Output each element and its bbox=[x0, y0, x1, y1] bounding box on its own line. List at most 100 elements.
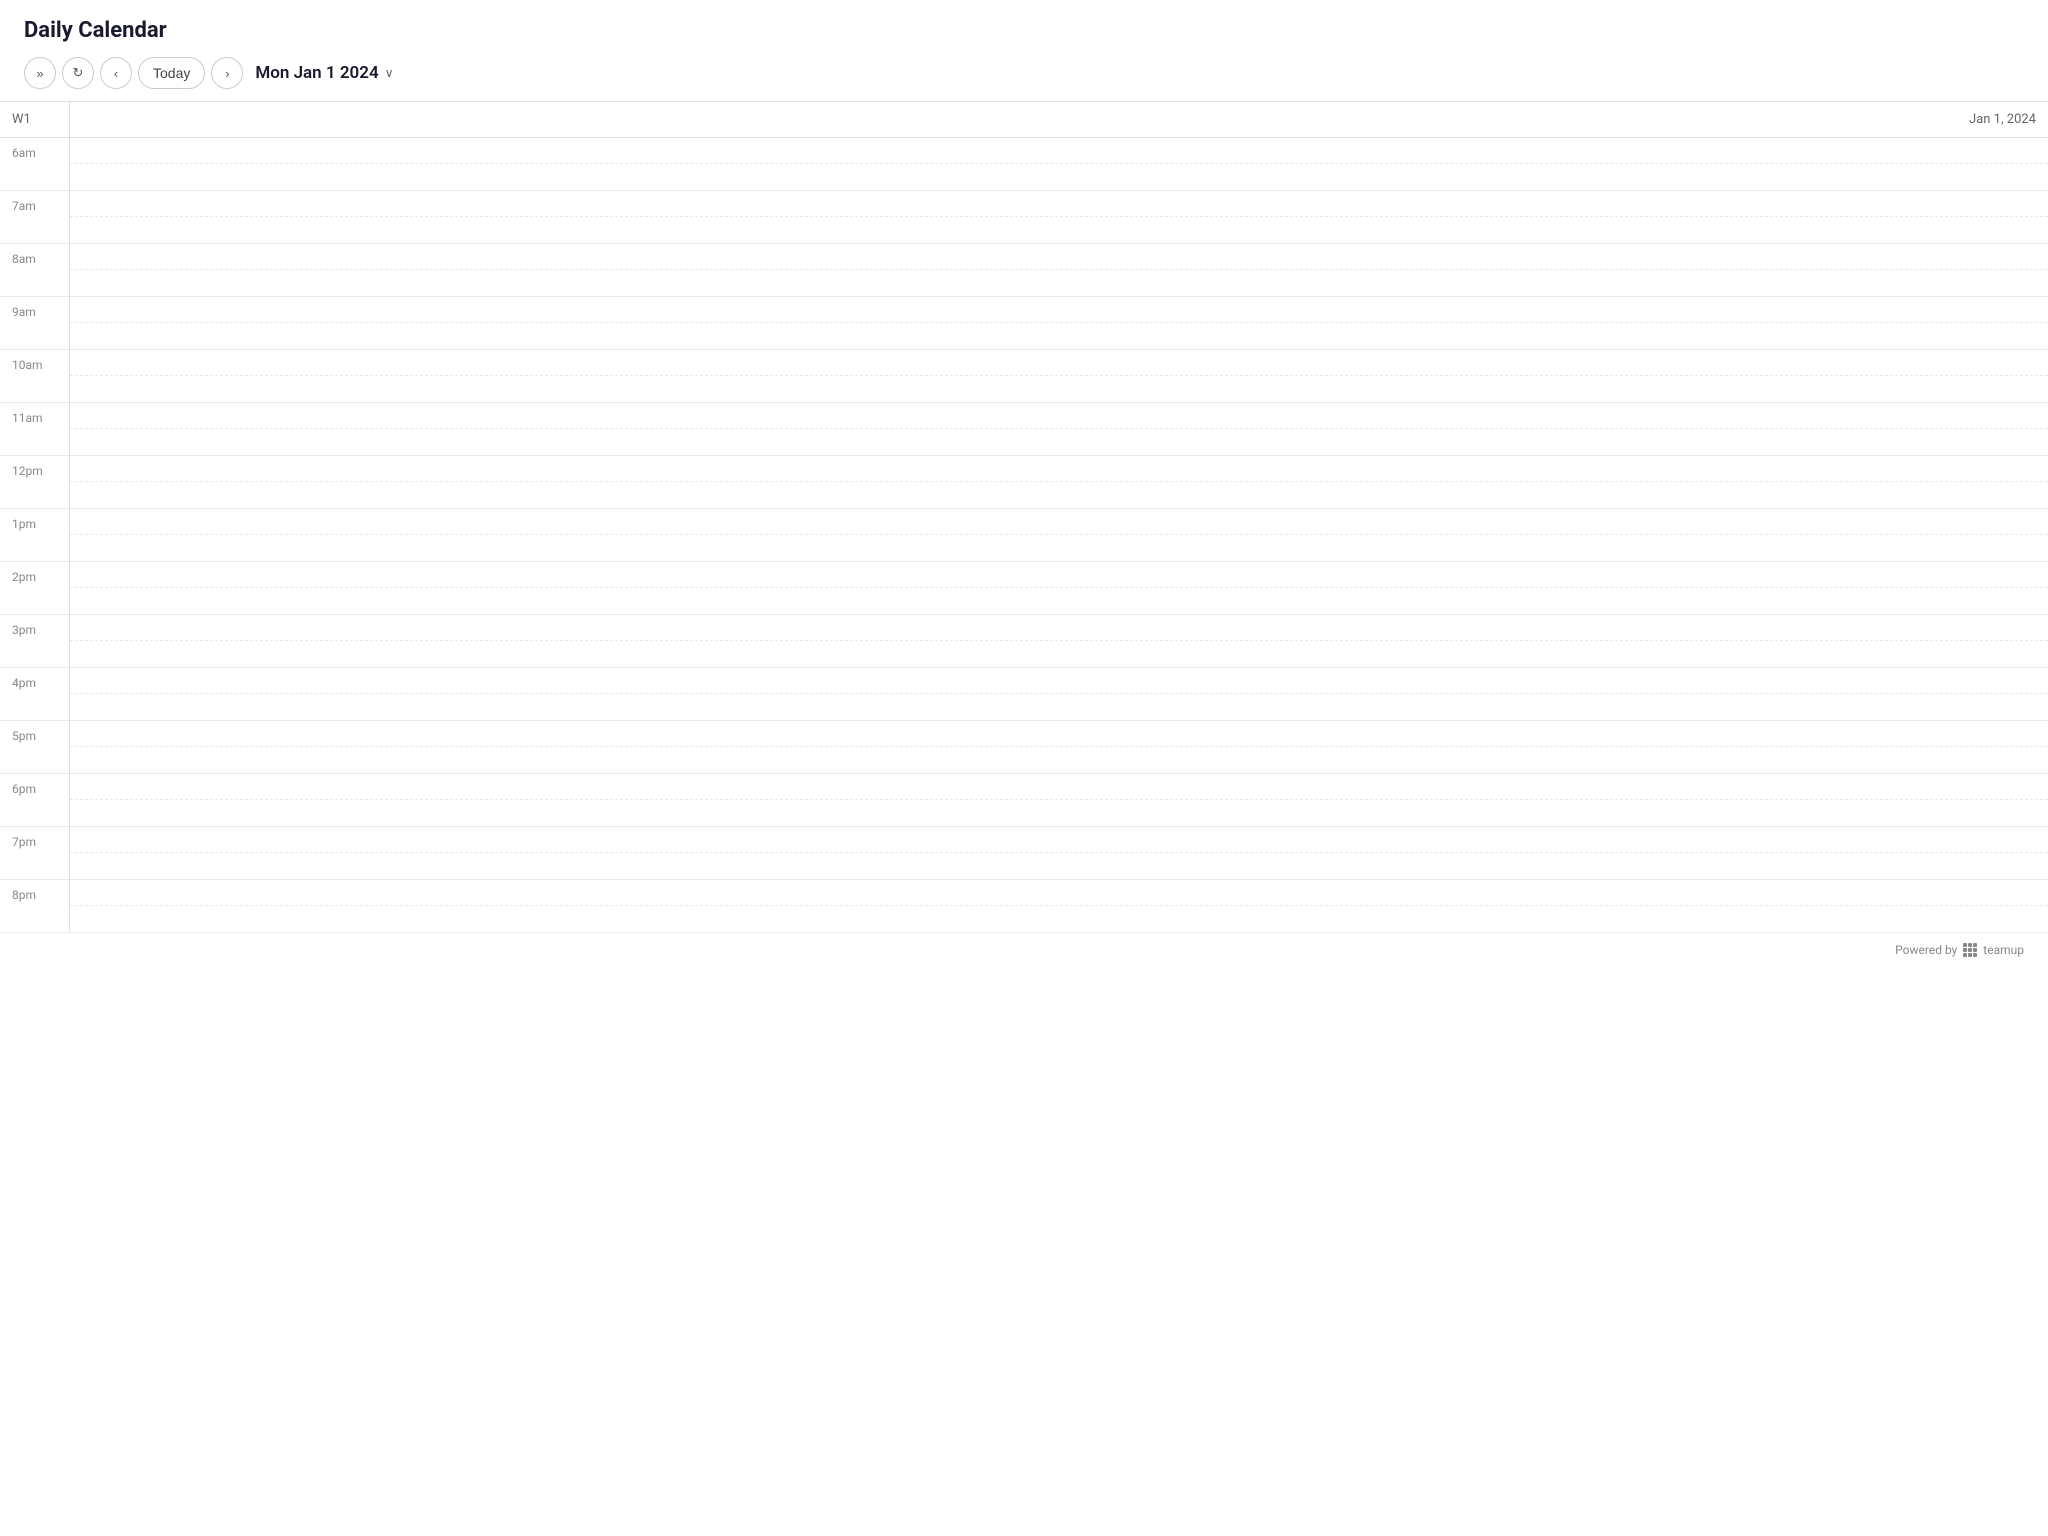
time-label: 5pm bbox=[0, 721, 70, 773]
half-hour-slot[interactable] bbox=[70, 694, 2048, 720]
footer: Powered by teamup bbox=[0, 932, 2048, 967]
collapse-icon: » bbox=[36, 66, 43, 81]
half-hour-slot[interactable] bbox=[70, 588, 2048, 614]
next-button[interactable]: › bbox=[211, 57, 243, 89]
hour-slot[interactable] bbox=[70, 774, 2048, 800]
current-date-text: Mon Jan 1 2024 bbox=[255, 63, 378, 83]
time-slot-wrapper[interactable] bbox=[70, 668, 2048, 720]
time-row[interactable]: 3pm bbox=[0, 615, 2048, 668]
time-row[interactable]: 1pm bbox=[0, 509, 2048, 562]
time-row[interactable]: 5pm bbox=[0, 721, 2048, 774]
half-hour-slot[interactable] bbox=[70, 800, 2048, 826]
time-row[interactable]: 7am bbox=[0, 191, 2048, 244]
collapse-button[interactable]: » bbox=[24, 57, 56, 89]
time-slot-wrapper[interactable] bbox=[70, 880, 2048, 932]
time-slot-wrapper[interactable] bbox=[70, 562, 2048, 614]
time-grid: 6am7am8am9am10am11am12pm1pm2pm3pm4pm5pm6… bbox=[0, 138, 2048, 932]
refresh-icon: ↻ bbox=[73, 65, 84, 81]
brand-name: teamup bbox=[1983, 943, 2024, 957]
time-label: 6pm bbox=[0, 774, 70, 826]
hour-slot[interactable] bbox=[70, 403, 2048, 429]
time-slot-wrapper[interactable] bbox=[70, 138, 2048, 190]
time-slot-wrapper[interactable] bbox=[70, 456, 2048, 508]
half-hour-slot[interactable] bbox=[70, 376, 2048, 402]
time-slot-wrapper[interactable] bbox=[70, 350, 2048, 402]
hour-slot[interactable] bbox=[70, 827, 2048, 853]
today-button[interactable]: Today bbox=[138, 57, 205, 89]
time-slot-wrapper[interactable] bbox=[70, 509, 2048, 561]
half-hour-slot[interactable] bbox=[70, 217, 2048, 243]
hour-slot[interactable] bbox=[70, 615, 2048, 641]
time-row[interactable]: 11am bbox=[0, 403, 2048, 456]
half-hour-slot[interactable] bbox=[70, 535, 2048, 561]
time-label: 9am bbox=[0, 297, 70, 349]
time-slot-wrapper[interactable] bbox=[70, 721, 2048, 773]
week-label: W1 bbox=[0, 102, 70, 137]
time-slot-wrapper[interactable] bbox=[70, 297, 2048, 349]
time-label: 8pm bbox=[0, 880, 70, 932]
time-row[interactable]: 7pm bbox=[0, 827, 2048, 880]
calendar-container: W1 Jan 1, 2024 6am7am8am9am10am11am12pm1… bbox=[0, 102, 2048, 932]
time-slot-wrapper[interactable] bbox=[70, 244, 2048, 296]
hour-slot[interactable] bbox=[70, 721, 2048, 747]
hour-slot[interactable] bbox=[70, 668, 2048, 694]
time-row[interactable]: 9am bbox=[0, 297, 2048, 350]
prev-icon: ‹ bbox=[114, 66, 118, 81]
hour-slot[interactable] bbox=[70, 509, 2048, 535]
time-label: 7pm bbox=[0, 827, 70, 879]
date-picker-trigger[interactable]: Mon Jan 1 2024 ∨ bbox=[255, 63, 393, 83]
hour-slot[interactable] bbox=[70, 297, 2048, 323]
time-label: 2pm bbox=[0, 562, 70, 614]
time-label: 1pm bbox=[0, 509, 70, 561]
time-row[interactable]: 10am bbox=[0, 350, 2048, 403]
teamup-logo-icon bbox=[1963, 943, 1977, 957]
today-label: Today bbox=[153, 65, 190, 81]
time-slot-wrapper[interactable] bbox=[70, 774, 2048, 826]
hour-slot[interactable] bbox=[70, 138, 2048, 164]
time-label: 4pm bbox=[0, 668, 70, 720]
hour-slot[interactable] bbox=[70, 456, 2048, 482]
hour-slot[interactable] bbox=[70, 562, 2048, 588]
time-row[interactable]: 2pm bbox=[0, 562, 2048, 615]
time-label: 8am bbox=[0, 244, 70, 296]
time-label: 7am bbox=[0, 191, 70, 243]
half-hour-slot[interactable] bbox=[70, 853, 2048, 879]
half-hour-slot[interactable] bbox=[70, 429, 2048, 455]
calendar-header-row: W1 Jan 1, 2024 bbox=[0, 102, 2048, 138]
half-hour-slot[interactable] bbox=[70, 323, 2048, 349]
time-slot-wrapper[interactable] bbox=[70, 827, 2048, 879]
hour-slot[interactable] bbox=[70, 191, 2048, 217]
half-hour-slot[interactable] bbox=[70, 270, 2048, 296]
time-row[interactable]: 12pm bbox=[0, 456, 2048, 509]
hour-slot[interactable] bbox=[70, 880, 2048, 906]
prev-button[interactable]: ‹ bbox=[100, 57, 132, 89]
date-column-header: Jan 1, 2024 bbox=[70, 102, 2048, 137]
time-slot-wrapper[interactable] bbox=[70, 403, 2048, 455]
time-label: 10am bbox=[0, 350, 70, 402]
refresh-button[interactable]: ↻ bbox=[62, 57, 94, 89]
time-row[interactable]: 8am bbox=[0, 244, 2048, 297]
time-slot-wrapper[interactable] bbox=[70, 191, 2048, 243]
time-row[interactable]: 6pm bbox=[0, 774, 2048, 827]
time-row[interactable]: 8pm bbox=[0, 880, 2048, 932]
hour-slot[interactable] bbox=[70, 244, 2048, 270]
time-row[interactable]: 6am bbox=[0, 138, 2048, 191]
powered-by-text: Powered by bbox=[1895, 943, 1957, 957]
time-label: 3pm bbox=[0, 615, 70, 667]
time-row[interactable]: 4pm bbox=[0, 668, 2048, 721]
time-label: 6am bbox=[0, 138, 70, 190]
half-hour-slot[interactable] bbox=[70, 641, 2048, 667]
page-title: Daily Calendar bbox=[24, 18, 2024, 43]
time-label: 12pm bbox=[0, 456, 70, 508]
chevron-down-icon: ∨ bbox=[385, 66, 394, 80]
page-header: Daily Calendar » ↻ ‹ Today › Mon Jan 1 2… bbox=[0, 0, 2048, 102]
time-slot-wrapper[interactable] bbox=[70, 615, 2048, 667]
time-label: 11am bbox=[0, 403, 70, 455]
half-hour-slot[interactable] bbox=[70, 482, 2048, 508]
toolbar: » ↻ ‹ Today › Mon Jan 1 2024 ∨ bbox=[24, 57, 2024, 89]
half-hour-slot[interactable] bbox=[70, 906, 2048, 932]
half-hour-slot[interactable] bbox=[70, 747, 2048, 773]
half-hour-slot[interactable] bbox=[70, 164, 2048, 190]
next-icon: › bbox=[225, 66, 229, 81]
hour-slot[interactable] bbox=[70, 350, 2048, 376]
